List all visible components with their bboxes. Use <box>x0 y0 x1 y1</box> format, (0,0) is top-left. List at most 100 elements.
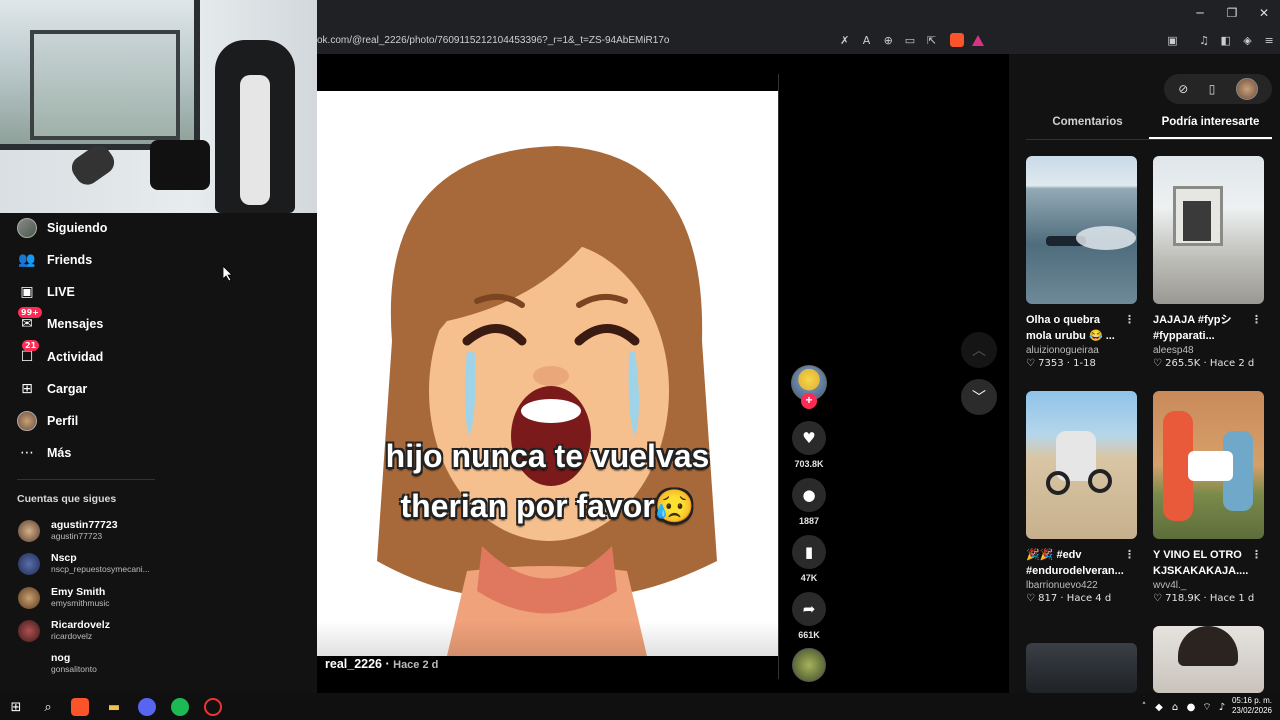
nav-item-mensajes[interactable]: ✉ 99+ Mensajes <box>16 307 103 336</box>
more-options-icon[interactable]: ⋮ <box>1251 312 1262 328</box>
card-user[interactable]: lbarrionuevo422 <box>1026 580 1137 591</box>
avatar <box>18 652 40 675</box>
account-handle: nscp_repuestosymecani... <box>51 564 150 574</box>
previous-video-button[interactable]: ︿ <box>961 332 997 368</box>
save-action[interactable]: ▮ 47K <box>791 535 827 583</box>
caption-line-1: hijo nunca te vuelvas <box>385 438 710 474</box>
nav-divider <box>17 479 155 480</box>
wallet-icon[interactable]: ◈ <box>1237 33 1259 47</box>
followed-account[interactable]: agustin77723 agustin77723 <box>18 519 118 542</box>
account-handle: ricardovelz <box>51 631 93 641</box>
follow-button[interactable]: + <box>801 393 817 409</box>
cast-icon[interactable]: ▭ <box>899 33 921 47</box>
author-name[interactable]: real_2226 <box>325 657 382 671</box>
heart-icon[interactable]: ♥ <box>792 421 826 455</box>
obs-icon[interactable] <box>204 698 222 716</box>
webcam-overlay <box>0 0 317 213</box>
post-author[interactable]: real_2226 · Hace 2 d <box>325 657 438 671</box>
nav-item-friends[interactable]: 👥 Friends <box>16 248 92 272</box>
card-likes: 265.5K <box>1165 358 1201 369</box>
next-video-button[interactable]: ﹀ <box>961 379 997 415</box>
video-thumbnail[interactable] <box>1026 643 1137 693</box>
nav-item-siguiendo[interactable]: Siguiendo <box>16 216 107 240</box>
share-arrow-icon[interactable]: ➦ <box>792 592 826 626</box>
suggested-video-card[interactable]: JAJAJA #fypシ #fypparati... ⋮ aleesp48 ♡ 2… <box>1153 156 1264 369</box>
suggested-video-card[interactable] <box>1026 643 1137 693</box>
windows-start-icon[interactable]: ⊞ <box>7 698 25 716</box>
nav-item-mas[interactable]: ⋯ Más <box>16 441 71 465</box>
discord-icon[interactable] <box>138 698 156 716</box>
profile-icon <box>16 410 38 432</box>
translate-icon[interactable]: A <box>856 33 878 47</box>
zoom-icon[interactable]: ⊕ <box>877 33 899 47</box>
following-header: Cuentas que sigues <box>17 493 117 505</box>
more-options-icon[interactable]: ⋮ <box>1124 312 1135 328</box>
post-media[interactable]: hijo nunca te vuelvas therian por favor😥 <box>317 91 778 656</box>
card-user[interactable]: aluizionogueiraa <box>1026 345 1137 356</box>
nav-item-live[interactable]: ▣ LIVE <box>16 280 74 304</box>
compass-icon[interactable]: ⊘ <box>1178 82 1188 96</box>
card-user[interactable]: aleesp48 <box>1153 345 1264 356</box>
brave-shield-icon[interactable] <box>950 33 965 47</box>
title-bar: ─ ❐ ✕ <box>317 0 1280 26</box>
video-thumbnail[interactable] <box>1153 391 1264 539</box>
chevron-down-icon: ﹀ <box>972 390 986 406</box>
comment-icon[interactable]: ● <box>792 478 826 512</box>
media-icon[interactable]: ♫ <box>1193 33 1215 47</box>
sidebar-panel-icon[interactable]: ▣ <box>1162 33 1184 47</box>
tab-podria-interesarte[interactable]: Podría interesarte <box>1149 116 1272 139</box>
account-handle: agustin77723 <box>51 531 103 541</box>
card-likes: 817 <box>1038 593 1058 604</box>
phone-icon[interactable]: ▯ <box>1209 82 1216 96</box>
system-clock[interactable]: 05:16 p. m. 23/02/2026 <box>1232 696 1272 716</box>
translate-off-icon[interactable]: ✗ <box>834 33 856 47</box>
followed-account[interactable]: nog gonsalitonto <box>18 652 97 675</box>
share-action[interactable]: ➦ 661K <box>791 592 827 640</box>
share-icon[interactable]: ⇱ <box>921 33 943 47</box>
suggested-video-card[interactable] <box>1153 626 1264 693</box>
sidebar-icon[interactable]: ◧ <box>1215 33 1237 47</box>
volume-icon[interactable]: ♪ <box>1213 698 1231 716</box>
like-action[interactable]: ♥ 703.8K <box>791 421 827 469</box>
video-thumbnail[interactable] <box>1153 626 1264 693</box>
address-bar[interactable]: ok.com/@real_2226/photo/7609115212104453… <box>317 35 830 46</box>
nav-label: Friends <box>47 253 93 267</box>
followed-account[interactable]: Ricardovelz ricardovelz <box>18 619 110 642</box>
suggested-video-card[interactable]: 🎉🎉 #edv #endurodelveran... ⋮ lbarrionuevo… <box>1026 391 1137 604</box>
close-button[interactable]: ✕ <box>1248 6 1280 20</box>
video-thumbnail[interactable] <box>1026 156 1137 304</box>
more-options-icon[interactable]: ⋮ <box>1251 547 1262 563</box>
menu-icon[interactable]: ≡ <box>1258 33 1280 47</box>
tab-comentarios[interactable]: Comentarios <box>1026 116 1149 139</box>
bookmark-icon[interactable]: ▮ <box>792 535 826 569</box>
avatar <box>18 586 40 609</box>
search-icon[interactable]: ⌕ <box>39 698 57 716</box>
file-explorer-icon[interactable]: ▬ <box>105 698 123 716</box>
taskbar: ⊞ ⌕ ▬ ˄ ◆ ⌂ ● ⌔ ♪ 05:16 p. m. 23/02/2026 <box>0 693 1280 720</box>
spotify-icon[interactable] <box>171 698 189 716</box>
panel-tabs: Comentarios Podría interesarte <box>1026 116 1272 140</box>
nav-item-perfil[interactable]: Perfil <box>16 409 78 433</box>
card-user[interactable]: wvv4l._ <box>1153 580 1264 591</box>
minimize-button[interactable]: ─ <box>1184 6 1216 20</box>
nav-item-actividad[interactable]: ☐ 21 Actividad <box>16 340 103 369</box>
user-avatar[interactable] <box>1235 78 1258 100</box>
brave-browser-icon[interactable] <box>71 698 89 716</box>
suggested-video-card[interactable]: Y VINO EL OTRO KJSKAKAKAJA.... ⋮ wvv4l._ … <box>1153 391 1264 604</box>
video-thumbnail[interactable] <box>1153 156 1264 304</box>
video-feed: hijo nunca te vuelvas therian por favor😥… <box>317 54 1009 693</box>
comment-action[interactable]: ● 1887 <box>791 478 827 526</box>
account-name: nog <box>51 652 71 664</box>
browser-chrome: ─ ❐ ✕ ok.com/@real_2226/photo/7609115212… <box>317 0 1280 54</box>
more-options-icon[interactable]: ⋮ <box>1124 547 1135 563</box>
followed-account[interactable]: Nscp nscp_repuestosymecani... <box>18 552 150 575</box>
nav-item-cargar[interactable]: ⊞ Cargar <box>16 377 87 401</box>
followed-account[interactable]: Emy Smith emysmithmusic <box>18 586 110 609</box>
card-title: JAJAJA #fypシ #fypparati... <box>1153 314 1232 342</box>
restore-button[interactable]: ❐ <box>1216 6 1248 20</box>
brave-rewards-icon[interactable] <box>972 34 985 46</box>
suggested-video-card[interactable]: Olha o quebra mola urubu 😂 ... ⋮ aluizion… <box>1026 156 1137 369</box>
sound-disc-icon[interactable] <box>792 648 826 682</box>
activity-badge: 21 <box>22 340 40 351</box>
video-thumbnail[interactable] <box>1026 391 1137 539</box>
